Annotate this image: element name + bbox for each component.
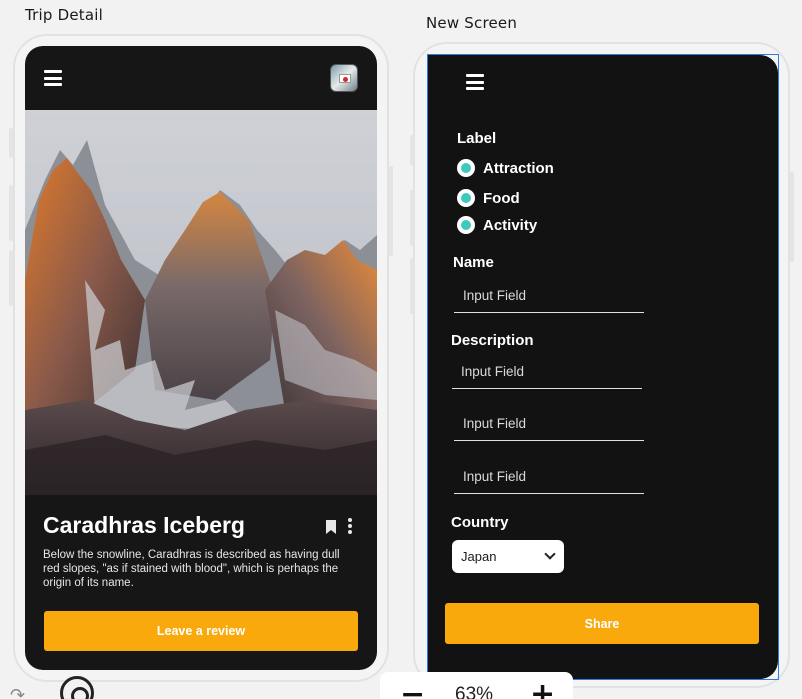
radio-activity[interactable] bbox=[457, 216, 475, 234]
phone-side-button bbox=[389, 166, 393, 256]
phone-side-button bbox=[790, 172, 794, 262]
hamburger-menu-icon[interactable] bbox=[44, 70, 62, 86]
bookmark-icon[interactable] bbox=[325, 520, 337, 534]
trip-detail-screen: Caradhras Iceberg Below the snowline, Ca… bbox=[25, 46, 377, 670]
country-heading: Country bbox=[451, 514, 509, 531]
description-input-2[interactable]: Input Field bbox=[454, 409, 644, 441]
name-input[interactable]: Input Field bbox=[454, 281, 644, 313]
radio-label-attraction: Attraction bbox=[483, 160, 554, 177]
description-heading: Description bbox=[451, 332, 534, 349]
phone-side-button bbox=[9, 250, 13, 306]
frame-label-trip-detail[interactable]: Trip Detail bbox=[25, 6, 103, 24]
zoom-level: 63% bbox=[455, 684, 494, 699]
new-screen: Label Attraction Food Activity Name Inpu… bbox=[428, 55, 778, 679]
trip-description: Below the snowline, Caradhras is describ… bbox=[43, 549, 340, 589]
phone-side-button bbox=[9, 185, 13, 241]
zoom-out-button[interactable]: − bbox=[400, 680, 425, 699]
hamburger-menu-icon[interactable] bbox=[466, 74, 484, 90]
country-select[interactable]: Japan bbox=[452, 540, 564, 573]
description-input-1[interactable]: Input Field bbox=[452, 357, 642, 389]
chevron-down-icon bbox=[544, 548, 556, 560]
radio-attraction[interactable] bbox=[457, 159, 475, 177]
phone-side-button bbox=[410, 258, 414, 314]
radio-food[interactable] bbox=[457, 189, 475, 207]
frame-label-new-screen[interactable]: New Screen bbox=[426, 14, 517, 32]
phone-side-button bbox=[9, 128, 13, 158]
radio-label-activity: Activity bbox=[483, 217, 538, 234]
zoom-in-button[interactable]: + bbox=[530, 680, 555, 699]
redo-icon[interactable]: ↷ bbox=[10, 685, 25, 699]
mountain-illustration bbox=[25, 110, 377, 495]
trip-title: Caradhras Iceberg bbox=[43, 512, 245, 538]
description-input-3[interactable]: Input Field bbox=[454, 462, 644, 494]
avatar[interactable] bbox=[330, 64, 358, 92]
name-heading: Name bbox=[453, 254, 494, 271]
share-button[interactable]: Share bbox=[445, 603, 759, 644]
radio-label-food: Food bbox=[483, 190, 520, 207]
zoom-control: − 63% + bbox=[380, 672, 573, 699]
phone-side-button bbox=[410, 135, 414, 165]
more-vertical-icon[interactable] bbox=[347, 518, 353, 534]
leave-review-button[interactable]: Leave a review bbox=[44, 611, 358, 651]
country-select-value: Japan bbox=[461, 549, 497, 564]
hero-image-mountains bbox=[25, 110, 377, 495]
label-heading: Label bbox=[457, 130, 497, 147]
japan-flag-icon bbox=[339, 74, 351, 83]
phone-side-button bbox=[410, 190, 414, 246]
